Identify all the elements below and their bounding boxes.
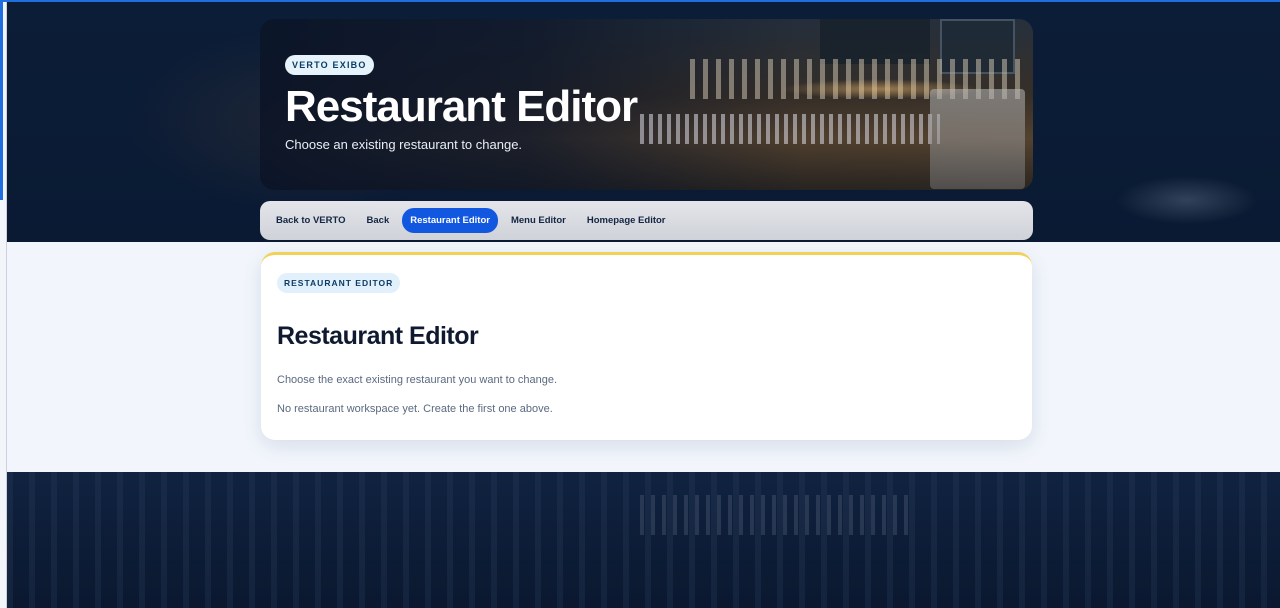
- nav-menu-editor[interactable]: Menu Editor: [503, 208, 574, 233]
- restaurant-editor-card: RESTAURANT EDITOR Restaurant Editor Choo…: [261, 252, 1032, 440]
- editor-nav-bar: Back to VERTO Back Restaurant Editor Men…: [260, 201, 1033, 240]
- page-subtitle: Choose an existing restaurant to change.: [285, 137, 523, 152]
- nav-back-to-verto[interactable]: Back to VERTO: [268, 208, 354, 233]
- page-title: Restaurant Editor: [285, 82, 638, 131]
- window-left-edge: [0, 0, 7, 608]
- card-badge: RESTAURANT EDITOR: [277, 273, 401, 293]
- hero-glass-shelf-image: [640, 114, 940, 144]
- hero-coffee-machine-image: [930, 89, 1025, 189]
- card-title: Restaurant Editor: [277, 322, 479, 350]
- nav-back[interactable]: Back: [359, 208, 398, 233]
- card-description: Choose the exact existing restaurant you…: [277, 374, 558, 386]
- background-bottom-shelves: [7, 470, 1280, 608]
- nav-homepage-editor[interactable]: Homepage Editor: [579, 208, 674, 233]
- empty-state-message: No restaurant workspace yet. Create the …: [277, 403, 553, 415]
- background-shelf: [640, 495, 910, 535]
- hero-banner: VERTO EXIBO Restaurant Editor Choose an …: [260, 19, 1033, 190]
- hero-chalkboard-image: [820, 19, 930, 64]
- nav-restaurant-editor[interactable]: Restaurant Editor: [402, 208, 498, 233]
- hero-badge: VERTO EXIBO: [285, 55, 374, 75]
- window-top-border: [0, 0, 1280, 2]
- window-left-accent: [0, 0, 3, 200]
